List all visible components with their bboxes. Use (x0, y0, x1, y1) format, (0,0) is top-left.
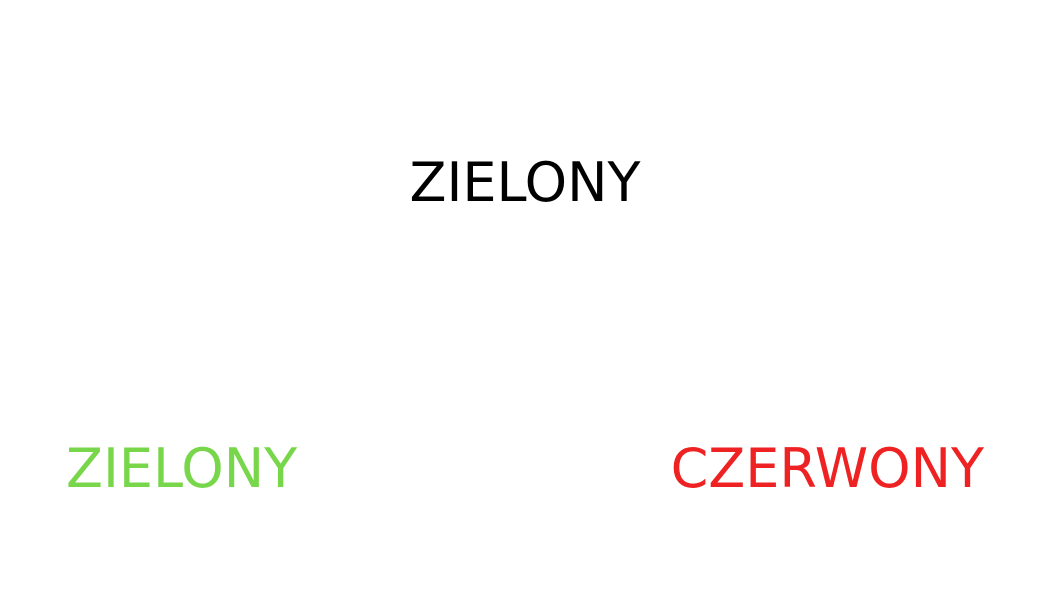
choice-right-word[interactable]: CZERWONY (671, 442, 984, 496)
prompt-word: ZIELONY (409, 151, 641, 214)
choice-left-word[interactable]: ZIELONY (66, 442, 297, 496)
game-stage: ZIELONY ZIELONY CZERWONY (0, 0, 1050, 600)
